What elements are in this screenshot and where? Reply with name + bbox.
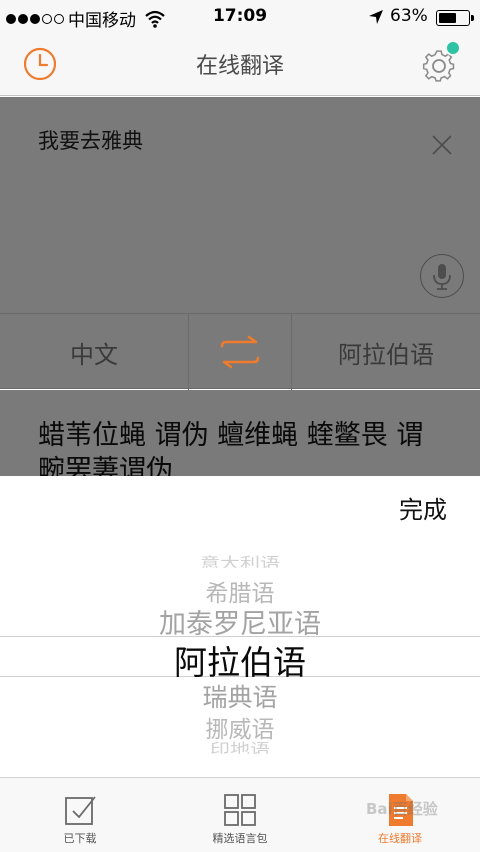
notification-dot — [445, 40, 461, 56]
done-button[interactable]: 完成 — [399, 490, 447, 525]
language-bar: 中文 阿拉伯语 — [0, 313, 480, 390]
watermark: Bai百经验 — [366, 800, 438, 818]
microphone-icon — [433, 264, 451, 290]
close-icon[interactable] — [430, 133, 454, 157]
status-bar: 中国移动 17:09 63% — [0, 0, 480, 40]
swap-language-button[interactable] — [189, 314, 291, 390]
tab-downloaded[interactable]: 已下载 — [0, 778, 160, 852]
input-panel[interactable]: 我要去雅典 — [0, 97, 480, 313]
language-picker[interactable]: 完成 意大利语 希腊语 加泰罗尼亚语 阿拉伯语 瑞典语 挪威语 印地语 — [0, 476, 480, 777]
location-arrow-icon — [369, 10, 383, 24]
picker-option[interactable]: 意大利语 — [0, 554, 480, 568]
translation-result-text: 蜡苇位蝇 谓伪 蟺维蝇 蝰鳖畏 谓 畹罢萋谓伪 — [38, 420, 424, 476]
tab-language-packs[interactable]: 精选语言包 — [160, 778, 320, 852]
picker-option-selected[interactable]: 阿拉伯语 — [0, 636, 480, 684]
picker-option[interactable]: 挪威语 — [0, 710, 480, 744]
grid-icon — [224, 794, 256, 826]
tab-label: 在线翻译 — [378, 832, 422, 845]
nav-bar: 在线翻译 — [0, 40, 480, 96]
picker-option[interactable]: 印地语 — [0, 740, 480, 754]
picker-option[interactable]: 瑞典语 — [0, 678, 480, 714]
source-language-button[interactable]: 中文 — [0, 314, 188, 390]
battery-icon — [436, 10, 470, 26]
translation-result-panel: 蜡苇位蝇 谓伪 蟺维蝇 蝰鳖畏 谓 畹罢萋谓伪 — [0, 390, 480, 476]
tab-label: 已下载 — [63, 832, 97, 845]
swap-arrows-icon — [220, 335, 260, 369]
checkbox-icon — [65, 796, 96, 825]
target-language-button[interactable]: 阿拉伯语 — [292, 314, 480, 390]
battery-percentage: 63% — [390, 6, 428, 26]
page-title: 在线翻译 — [195, 54, 284, 79]
microphone-button[interactable] — [420, 254, 464, 298]
tab-label: 精选语言包 — [212, 832, 268, 845]
source-text-input[interactable]: 我要去雅典 — [38, 125, 143, 155]
